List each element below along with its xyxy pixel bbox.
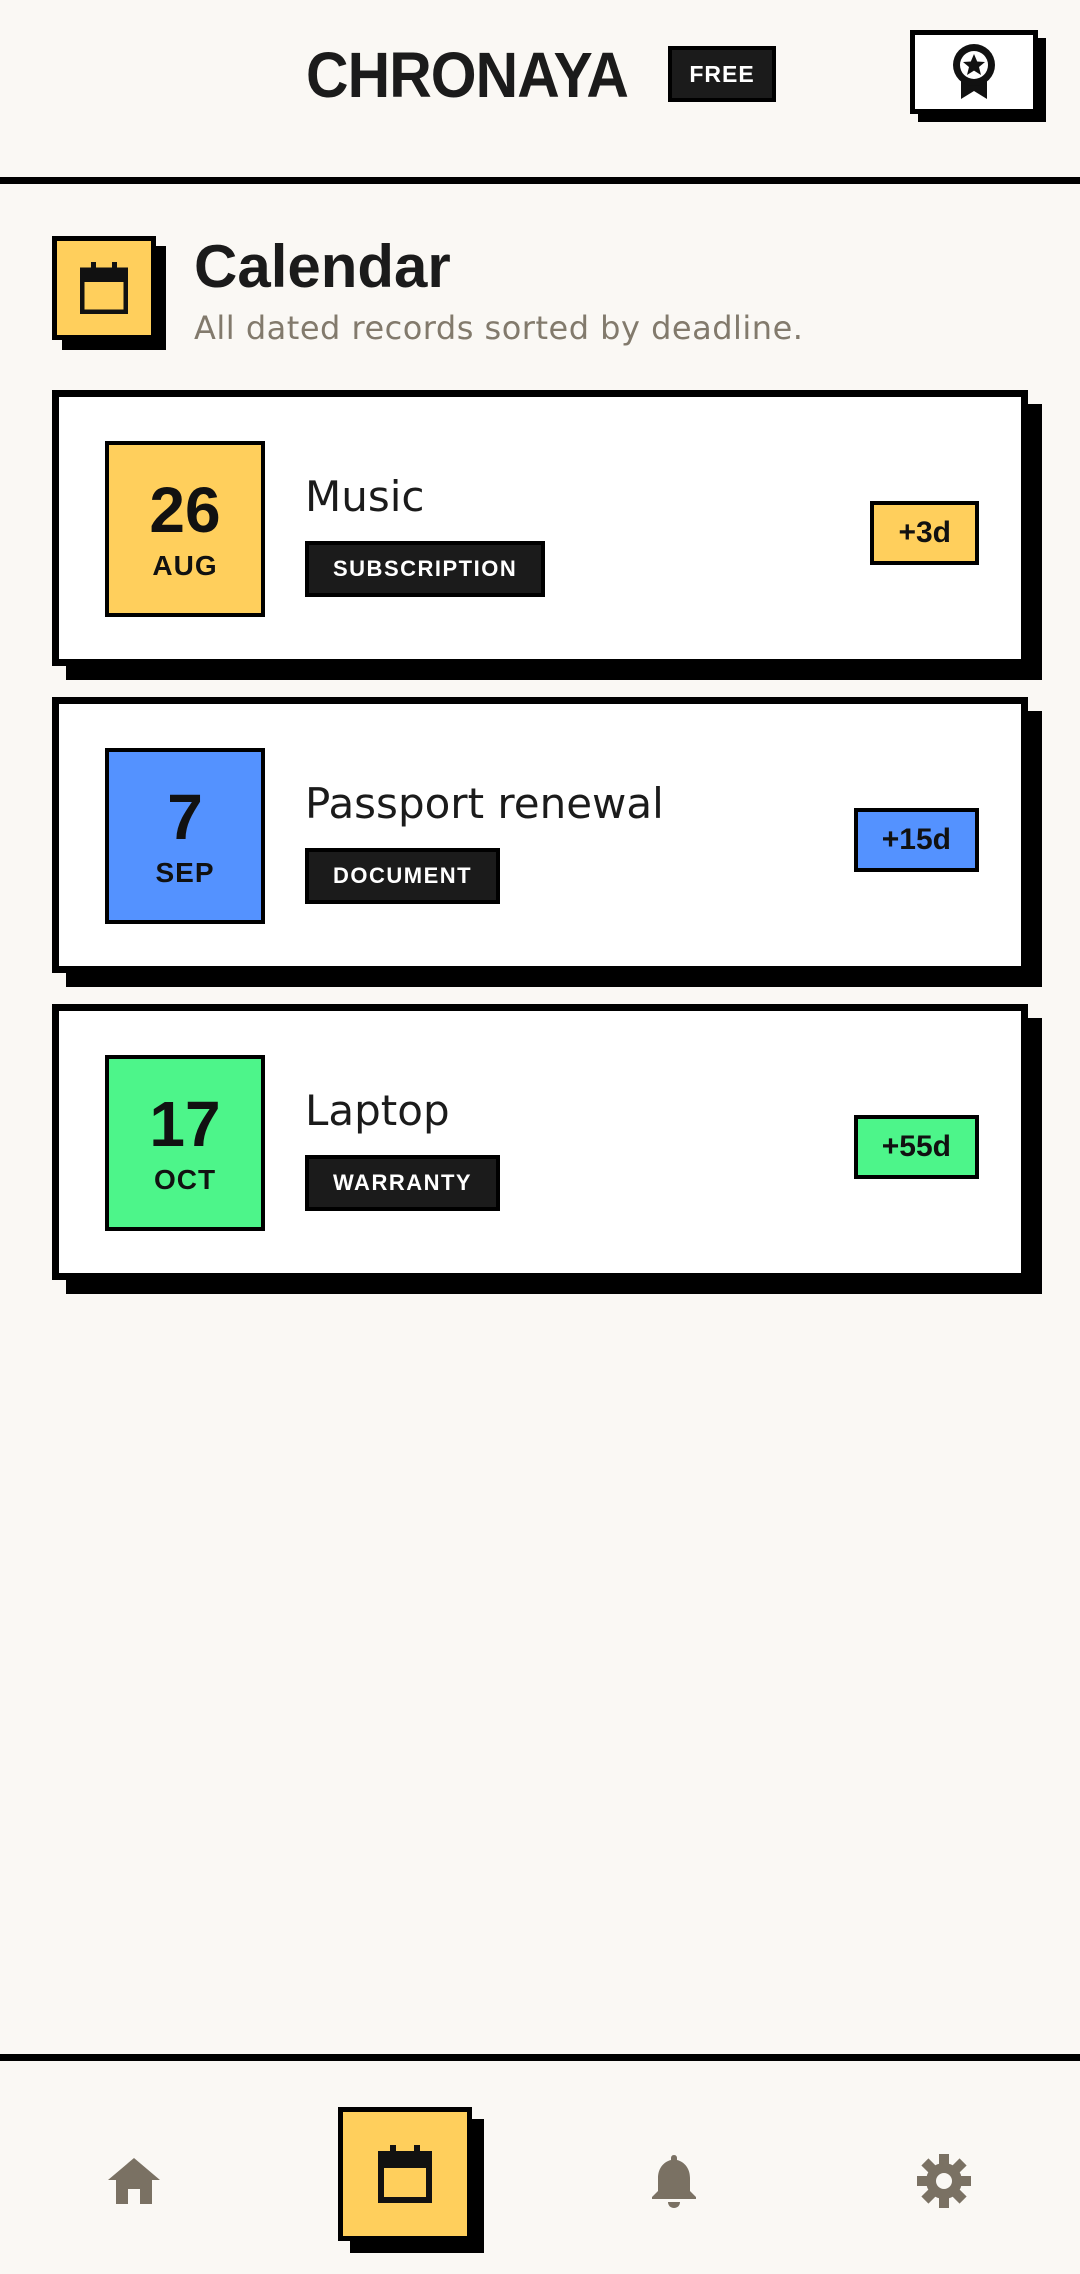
nav-notifications[interactable]: [634, 2141, 714, 2221]
date-month: SEP: [155, 857, 215, 888]
days-left-badge: +55d: [853, 1115, 979, 1179]
date-day: 7: [167, 781, 203, 853]
date-day: 17: [149, 1088, 221, 1160]
brand-name: CHRONAYA: [306, 39, 629, 111]
days-left-badge: +15d: [853, 808, 979, 872]
record-name: Laptop: [305, 1086, 450, 1135]
home-icon: [108, 2158, 160, 2204]
record-card[interactable]: 7 SEP Passport renewal DOCUMENT +15d: [52, 697, 1028, 973]
page-calendar-badge: [52, 236, 156, 340]
record-name: Music: [305, 472, 425, 521]
nav-home[interactable]: [94, 2141, 174, 2221]
date-month: AUG: [152, 550, 218, 581]
brand: CHRONAYA: [306, 40, 656, 110]
nav-settings[interactable]: [904, 2141, 984, 2221]
page-title: Calendar: [194, 233, 451, 300]
date-box: 17 OCT: [105, 1055, 265, 1231]
date-box: 7 SEP: [105, 748, 265, 924]
record-card[interactable]: 26 AUG Music SUBSCRIPTION +3d: [52, 390, 1028, 666]
plan-badge: FREE: [668, 46, 776, 102]
bell-icon: [652, 2155, 696, 2208]
page-subtitle: All dated records sorted by deadline.: [194, 309, 804, 347]
category-tag: DOCUMENT: [305, 848, 501, 904]
category-tag: WARRANTY: [305, 1155, 501, 1211]
record-name: Passport renewal: [305, 779, 664, 828]
calendar-icon: [378, 2145, 432, 2203]
gear-icon: [917, 2154, 971, 2208]
app-root: CHRONAYA FREE Calendar All dated records…: [0, 0, 1080, 2274]
calendar-icon: [80, 262, 128, 314]
bottom-nav: [0, 2054, 1080, 2274]
date-day: 26: [149, 474, 221, 546]
achievements-button[interactable]: [910, 30, 1038, 114]
date-month: OCT: [153, 1164, 217, 1195]
record-card[interactable]: 17 OCT Laptop WARRANTY +55d: [52, 1004, 1028, 1280]
nav-calendar[interactable]: [338, 2107, 472, 2241]
days-left-badge: +3d: [870, 501, 979, 565]
category-tag: SUBSCRIPTION: [305, 541, 546, 597]
app-header: CHRONAYA FREE: [0, 0, 1080, 184]
date-box: 26 AUG: [105, 441, 265, 617]
award-ribbon-icon: [953, 44, 995, 99]
